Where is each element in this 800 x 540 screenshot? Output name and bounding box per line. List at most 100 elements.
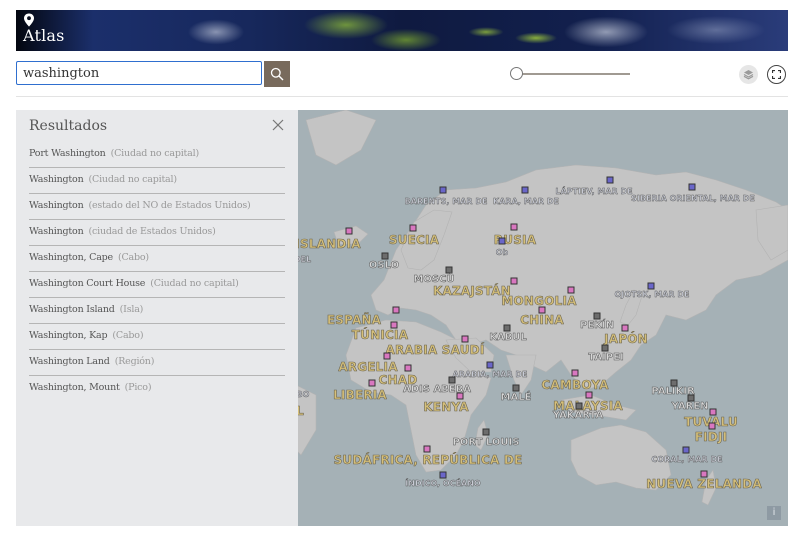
result-type: (Ciudad no capital) xyxy=(88,174,178,185)
city-label: YAKARTA xyxy=(552,410,604,422)
search-input[interactable] xyxy=(16,61,262,85)
map-info-button[interactable]: i xyxy=(767,506,781,520)
country-label: KAZAJSTÁN xyxy=(432,284,512,299)
greenland-shape xyxy=(305,110,377,166)
country-label: NUEVA ZELANDA xyxy=(646,477,762,492)
city-label: PEKÍN xyxy=(580,320,615,332)
city-marker[interactable] xyxy=(575,402,583,410)
sea-marker[interactable] xyxy=(439,186,447,194)
results-title: Resultados xyxy=(29,118,108,134)
result-name: Washington, Cape xyxy=(29,252,113,263)
country-marker[interactable] xyxy=(404,364,412,372)
country-marker[interactable] xyxy=(383,352,391,360)
city-marker[interactable] xyxy=(482,428,490,436)
sea-marker[interactable] xyxy=(606,176,614,184)
country-label: ARGELIA xyxy=(338,360,398,375)
country-marker[interactable] xyxy=(461,335,469,343)
country-marker[interactable] xyxy=(571,369,579,377)
country-label: FIDJI xyxy=(694,430,728,445)
sea-marker[interactable] xyxy=(439,471,447,479)
zoom-slider-thumb[interactable] xyxy=(510,67,523,80)
zoom-slider[interactable] xyxy=(510,67,630,81)
layers-icon xyxy=(743,70,754,80)
result-item[interactable]: Washington Court House (Ciudad no capital… xyxy=(29,272,285,298)
result-item[interactable]: Washington (Ciudad no capital) xyxy=(29,168,285,194)
city-label: YAREN xyxy=(671,401,709,413)
result-item[interactable]: Washington, Mount (Pico) xyxy=(29,376,285,402)
country-marker[interactable] xyxy=(621,324,629,332)
country-marker[interactable] xyxy=(585,391,593,399)
city-marker[interactable] xyxy=(593,312,601,320)
country-label: CAMBOYA xyxy=(541,378,609,393)
layers-button[interactable] xyxy=(739,65,758,84)
zoom-slider-track[interactable] xyxy=(518,73,630,75)
results-list: Port Washington (Ciudad no capital) Washi… xyxy=(29,142,285,402)
country-marker[interactable] xyxy=(510,223,518,231)
city-marker[interactable] xyxy=(448,376,456,384)
country-label: SUDÁFRICA, REPÚBLICA DE xyxy=(333,453,523,468)
sea-label: ARABIA, MAR DE xyxy=(452,370,528,379)
country-label: ISLANDIA xyxy=(295,237,361,252)
sea-label: LÁPTIEV, MAR DE xyxy=(555,187,633,196)
sea-marker[interactable] xyxy=(688,183,696,191)
fullscreen-button[interactable] xyxy=(767,65,786,84)
country-marker[interactable] xyxy=(510,277,518,285)
result-type: (estado del NO de Estados Unidos) xyxy=(88,200,251,211)
city-marker[interactable] xyxy=(445,266,453,274)
sea-label: KARA, MAR DE xyxy=(493,197,559,206)
country-label: LIBERIA xyxy=(333,388,387,403)
city-marker[interactable] xyxy=(503,324,511,332)
country-marker[interactable] xyxy=(368,379,376,387)
city-marker[interactable] xyxy=(381,252,389,260)
country-marker[interactable] xyxy=(409,224,417,232)
search-icon xyxy=(270,67,284,81)
sea-marker[interactable] xyxy=(498,237,506,245)
app-title: Atlas xyxy=(23,26,65,45)
result-name: Port Washington xyxy=(29,148,106,159)
country-label: CHINA xyxy=(520,313,564,328)
sea-label: Ob xyxy=(495,248,509,257)
sea-marker[interactable] xyxy=(647,282,655,290)
country-marker[interactable] xyxy=(423,445,431,453)
country-marker[interactable] xyxy=(567,286,575,294)
close-icon[interactable] xyxy=(271,118,285,132)
country-label: SUECIA xyxy=(388,233,440,248)
sea-label: BO xyxy=(296,390,310,399)
map-pin-icon xyxy=(24,13,34,27)
result-type: (ciudad de Estados Unidos) xyxy=(88,226,216,237)
result-type: (Ciudad no capital) xyxy=(150,278,239,289)
search-button[interactable] xyxy=(264,61,290,87)
city-marker[interactable] xyxy=(601,344,609,352)
map-view[interactable]: BARENTS, MAR DE KARA, MAR DE LÁPTIEV, MAR … xyxy=(16,110,788,526)
result-type: (Región) xyxy=(114,356,155,367)
sea-marker[interactable] xyxy=(521,186,529,194)
result-item[interactable]: Washington, Kap (Cabo) xyxy=(29,324,285,350)
city-label: MALÉ xyxy=(500,392,532,404)
result-name: Washington Court House xyxy=(29,278,146,289)
country-marker[interactable] xyxy=(392,306,400,314)
city-marker[interactable] xyxy=(512,384,520,392)
country-marker[interactable] xyxy=(345,227,353,235)
city-label: TAIPEI xyxy=(588,352,624,364)
result-item[interactable]: Washington (estado del NO de Estados Unid… xyxy=(29,194,285,220)
sea-marker[interactable] xyxy=(682,446,690,454)
result-item[interactable]: Port Washington (Ciudad no capital) xyxy=(29,142,285,168)
result-item[interactable]: Washington, Cape (Cabo) xyxy=(29,246,285,272)
result-name: Washington, Mount xyxy=(29,382,120,393)
country-marker[interactable] xyxy=(708,422,716,430)
country-marker[interactable] xyxy=(456,392,464,400)
sea-label: BARENTS, MAR DE xyxy=(404,197,488,206)
country-label: KENYA xyxy=(423,400,469,415)
toolbar-divider xyxy=(16,96,788,97)
country-label: ESPAÑA xyxy=(326,313,382,328)
result-name: Washington Land xyxy=(29,356,110,367)
sea-marker[interactable] xyxy=(486,361,494,369)
result-item[interactable]: Washington (ciudad de Estados Unidos) xyxy=(29,220,285,246)
country-label: ARABIA SAUDÍ xyxy=(385,343,485,358)
result-item[interactable]: Washington Land (Región) xyxy=(29,350,285,376)
result-item[interactable]: Washington Island (Isla) xyxy=(29,298,285,324)
result-name: Washington xyxy=(29,174,84,185)
country-label: TÚNICIA xyxy=(351,328,409,343)
fullscreen-icon xyxy=(772,70,781,79)
sea-label: SIBERIA ORIENTAL, MAR DE xyxy=(631,194,755,203)
